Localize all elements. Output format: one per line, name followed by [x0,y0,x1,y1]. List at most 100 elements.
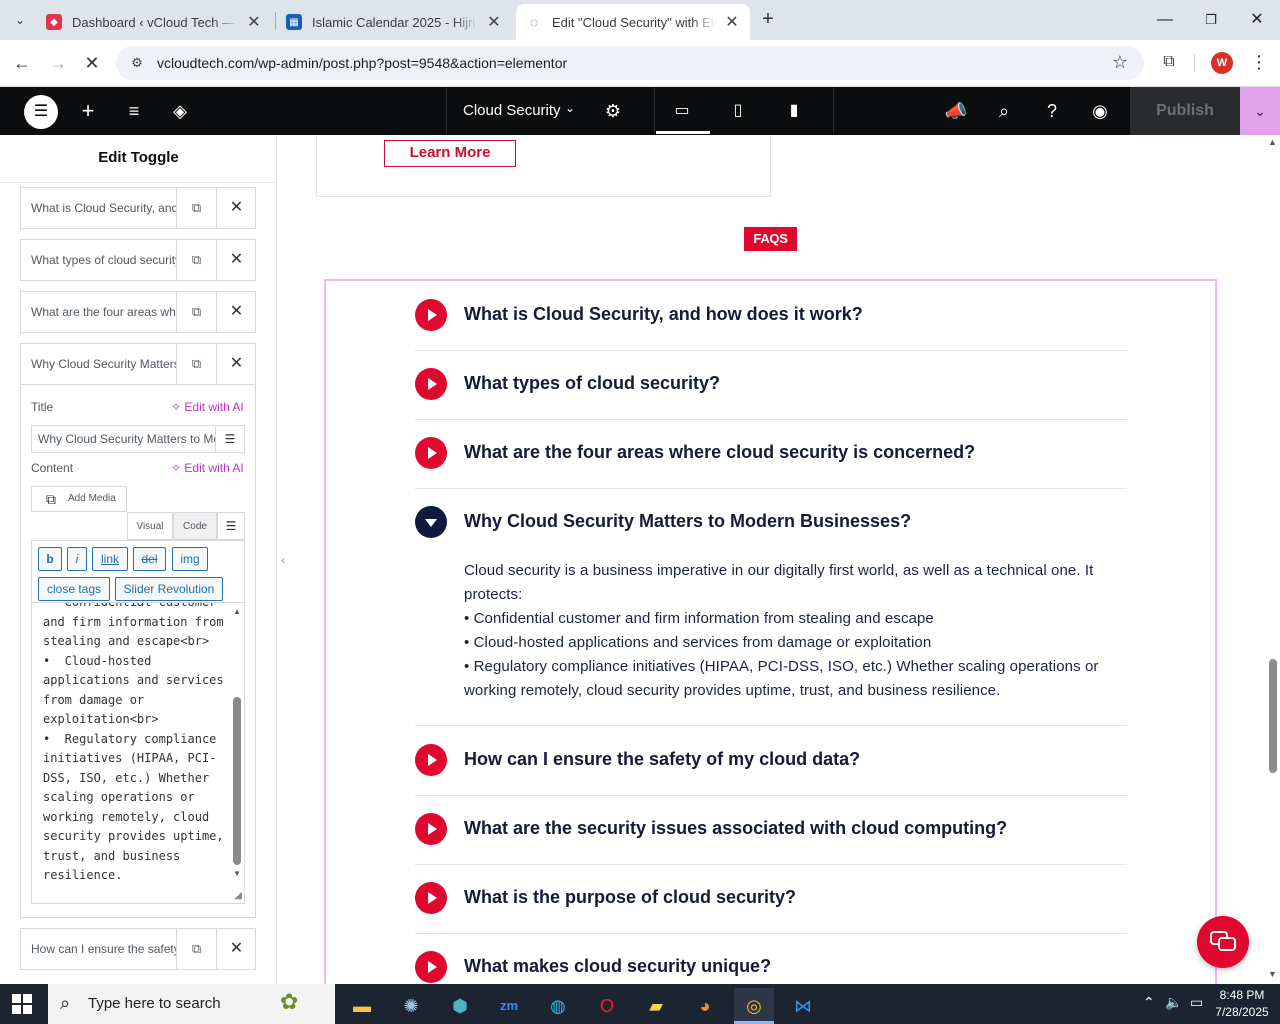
duplicate-icon[interactable]: ⧉ [176,240,216,280]
duplicate-icon[interactable]: ⧉ [176,344,216,384]
forward-arrow-icon[interactable]: → [46,51,70,75]
notifications-megaphone-icon[interactable]: 📣 [944,99,968,123]
faq-question-text[interactable]: What is Cloud Security, and how does it … [464,304,863,325]
quicktag-del-button[interactable]: del [133,547,166,571]
close-icon[interactable]: ✕ [724,12,740,32]
duplicate-icon[interactable]: ⧉ [176,292,216,332]
faq-item-open[interactable]: Why Cloud Security Matters to Modern Bus… [415,502,1127,726]
faq-question[interactable]: What makes cloud security unique? [415,947,1127,984]
faq-item[interactable]: What is Cloud Security, and how does it … [415,295,1127,351]
title-input[interactable]: Why Cloud Security Matters to Modern Bus… [31,425,215,453]
delete-x-icon[interactable]: ✕ [216,240,256,280]
restore-icon[interactable]: ❐ [1188,0,1234,40]
extensions-puzzle-icon[interactable]: ⧉ [1158,51,1180,73]
profile-avatar[interactable]: W [1211,52,1233,74]
delete-x-icon[interactable]: ✕ [216,292,256,332]
faq-toggle-widget[interactable]: What is Cloud Security, and how does it … [324,279,1217,984]
quicktag-img-button[interactable]: img [172,547,208,571]
repeater-item[interactable]: How can I ensure the safety of my cloud … [20,928,256,970]
scroll-up-arrow-icon[interactable]: ▲ [1268,137,1277,147]
chrome-icon[interactable]: ◎ [734,988,774,1024]
learn-more-button[interactable]: Learn More [384,140,516,167]
tablet-icon[interactable]: ▯ [726,99,750,123]
code-editor-text[interactable]: • Confidential customer and firm informa… [43,603,229,886]
faq-question-text[interactable]: Why Cloud Security Matters to Modern Bus… [464,511,911,532]
quicktag-link-button[interactable]: link [92,547,128,571]
taskbar-search[interactable]: ⌕ Type here to search ✿ [48,984,335,1024]
publish-options-chevron-icon[interactable]: ⌄ [1240,87,1280,135]
quicktag-bold-button[interactable]: b [38,547,62,571]
tab-dashboard[interactable]: ◆ Dashboard ‹ vCloud Tech — WordPress ✕ [36,4,272,40]
faq-item[interactable]: What are the security issues associated … [415,809,1127,865]
browser-menu-icon[interactable]: ⋮ [1250,50,1268,74]
scroll-thumb[interactable] [233,697,241,865]
quicktag-close-tags-button[interactable]: close tags [38,577,110,601]
faq-question[interactable]: What is the purpose of cloud security? [415,878,1127,918]
back-arrow-icon[interactable]: ← [10,51,34,75]
faq-item[interactable]: What makes cloud security unique? [415,947,1127,984]
duplicate-icon[interactable]: ⧉ [176,188,216,228]
bookmark-star-icon[interactable]: ☆ [1112,52,1128,73]
tab-islamic-calendar[interactable]: ▦ Islamic Calendar 2025 - Hijri Calendar… [276,4,512,40]
site-settings-sliders-icon[interactable]: ≡ [122,99,146,123]
close-icon[interactable]: ✕ [246,12,262,32]
repeater-item-active[interactable]: Why Cloud Security Matters to Modern Bus… [20,343,256,385]
repeater-item-label[interactable]: What are the four areas where cloud secu… [21,292,176,332]
repeater-item-label[interactable]: What types of cloud security? [21,240,176,280]
site-settings-icon[interactable]: ⚙ [128,54,146,72]
repeater-item[interactable]: What is Cloud Security, and how does it … [20,187,256,229]
file-explorer-icon[interactable]: ▬ [342,988,382,1024]
repeater-item[interactable]: What types of cloud security? ⧉ ✕ [20,239,256,281]
tab-code[interactable]: Code [173,512,217,540]
page-scrollbar[interactable]: ▲ ▼ [1265,135,1280,984]
scroll-thumb[interactable] [1269,659,1277,773]
delete-x-icon[interactable]: ✕ [216,344,256,384]
close-icon[interactable]: ✕ [486,12,502,32]
new-tab-button[interactable]: + [756,8,780,32]
delete-x-icon[interactable]: ✕ [216,188,256,228]
system-clock[interactable]: 8:48 PM 7/28/2025 [1210,987,1274,1021]
page-settings-gear-icon[interactable]: ⚙ [601,99,625,123]
preview-eye-icon[interactable]: ◉ [1088,99,1112,123]
dynamic-tags-icon[interactable]: ☰ [217,512,245,540]
tab-visual[interactable]: Visual [127,512,173,540]
faq-item[interactable]: What are the four areas where cloud secu… [415,433,1127,489]
elementor-logo-icon[interactable]: ☰ [24,95,58,129]
faq-question-text[interactable]: What are the four areas where cloud secu… [464,442,975,463]
edge-icon[interactable]: ◍ [538,988,578,1024]
page-selector[interactable]: Cloud Security ⌄ ⚙ [446,87,635,135]
code-editor-scrollbar[interactable]: ▲ ▼ [232,607,242,879]
chat-button[interactable] [1197,916,1249,968]
repeater-item-label[interactable]: What is Cloud Security, and how does it … [21,188,176,228]
windows-start-icon[interactable] [12,994,32,1014]
faq-question[interactable]: How can I ensure the safety of my cloud … [415,740,1127,780]
faq-question[interactable]: What are the four areas where cloud secu… [415,433,1127,473]
firefox-icon[interactable]: ◕ [685,988,725,1024]
app-hexagon-icon[interactable]: ⬢ [440,988,480,1024]
faq-question-text[interactable]: What makes cloud security unique? [464,956,771,977]
faq-item[interactable]: What is the purpose of cloud security? [415,878,1127,934]
faq-question[interactable]: What are the security issues associated … [415,809,1127,849]
desktop-icon[interactable]: ▭ [670,99,694,123]
resize-handle-icon[interactable]: ◢ [234,890,242,901]
tray-chevron-up-icon[interactable]: ⌃ [1143,994,1155,1011]
minimize-icon[interactable]: — [1142,0,1188,40]
add-element-icon[interactable]: + [76,99,100,123]
code-editor-textarea[interactable]: • Confidential customer and firm informa… [31,602,245,904]
opera-icon[interactable]: O [587,988,627,1024]
url-text[interactable]: vcloudtech.com/wp-admin/post.php?post=95… [157,55,567,71]
faq-question[interactable]: What is Cloud Security, and how does it … [415,295,1127,335]
network-icon[interactable]: ▭ [1190,994,1203,1011]
delete-x-icon[interactable]: ✕ [216,929,256,969]
quicktag-slider-revolution-button[interactable]: Slider Revolution [115,577,223,601]
stop-loading-icon[interactable]: ✕ [80,51,104,75]
mobile-icon[interactable]: ▮ [782,99,806,123]
collapse-panel-chevron-icon[interactable]: ‹ [277,545,289,575]
volume-icon[interactable]: 🔈 [1165,994,1182,1011]
add-media-button[interactable]: ⧉ Add Media [31,486,127,512]
address-bar[interactable]: ⚙ vcloudtech.com/wp-admin/post.php?post=… [116,46,1144,80]
repeater-item-label[interactable]: How can I ensure the safety of my cloud … [21,929,176,969]
faq-question-text[interactable]: What is the purpose of cloud security? [464,887,796,908]
paint-icon[interactable]: ✺ [391,988,431,1024]
faq-item[interactable]: How can I ensure the safety of my cloud … [415,740,1127,796]
